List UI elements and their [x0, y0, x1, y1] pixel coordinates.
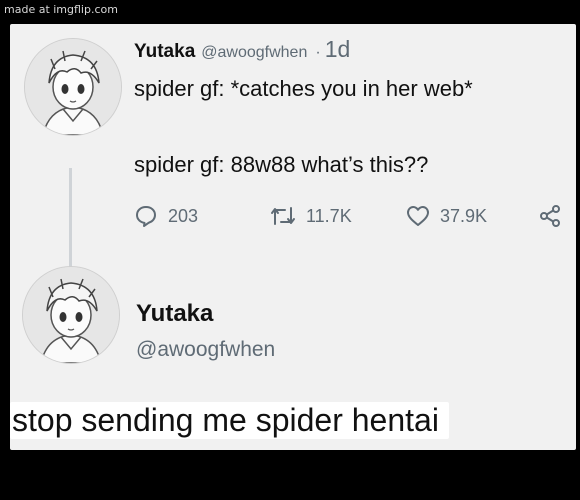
tweet-header: Yutaka @awoogfwhen · 1d: [134, 36, 350, 63]
imgflip-watermark: made at imgflip.com: [4, 3, 118, 16]
reply-author-handle[interactable]: @awoogfwhen: [136, 338, 275, 362]
separator-dot: ·: [315, 44, 321, 61]
avatar[interactable]: [22, 266, 120, 364]
retweet-button[interactable]: 11.7K: [270, 204, 352, 228]
avatar-anime-boy-icon: [25, 39, 121, 135]
retweet-count: 11.7K: [306, 205, 352, 226]
retweet-icon: [271, 207, 295, 225]
like-button[interactable]: 37.9K: [406, 204, 487, 228]
reply-count: 203: [168, 205, 199, 226]
reply-button[interactable]: 203: [134, 204, 198, 228]
tweet-actions: 203 11.7K 37.9K: [134, 204, 574, 232]
like-count: 37.9K: [440, 205, 488, 226]
reply-author-name[interactable]: Yutaka: [136, 300, 213, 328]
tweet-card: Yutaka @awoogfwhen · 1d spider gf: *catches…: [10, 24, 576, 450]
share-icon: [540, 205, 560, 227]
author-handle[interactable]: @awoogfwhen: [201, 44, 307, 61]
avatar[interactable]: [24, 38, 122, 136]
share-button[interactable]: [538, 204, 572, 228]
reply-icon: [136, 206, 156, 227]
reply-text: stop sending me spider hentai: [10, 402, 449, 439]
like-icon: [407, 206, 429, 226]
tweet-time[interactable]: 1d: [325, 36, 351, 62]
avatar-anime-boy-icon: [23, 267, 119, 363]
tweet-text-line-2: spider gf: 88w88 what’s this??: [134, 152, 429, 177]
author-name[interactable]: Yutaka: [134, 41, 195, 62]
tweet-text-line-1: spider gf: *catches you in her web*: [134, 76, 473, 101]
